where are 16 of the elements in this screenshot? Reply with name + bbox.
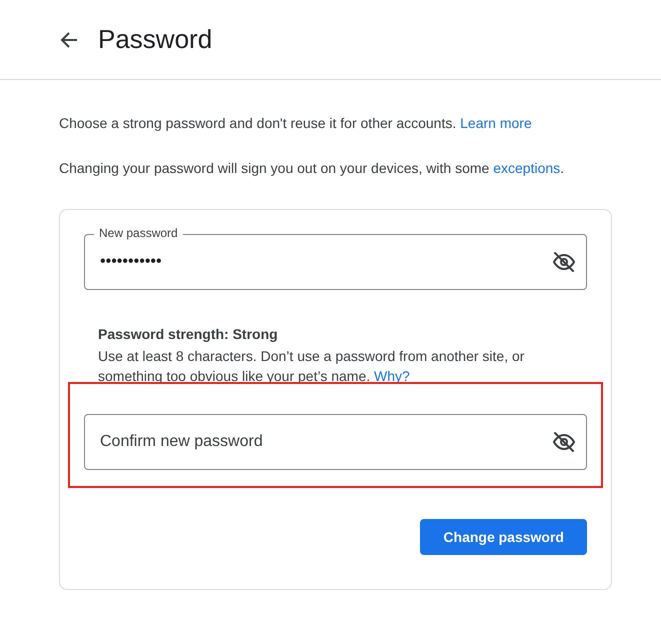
why-link[interactable]: Why? [374, 368, 410, 384]
password-strength: Password strength: Strong [98, 326, 279, 342]
password-hint: Use at least 8 characters. Don’t use a password from another site, or something too obvious like your pet’s name. Why? [98, 347, 526, 386]
confirm-password-field[interactable]: Confirm new password [84, 414, 587, 470]
eye-off-icon [552, 250, 576, 274]
change-password-button[interactable]: Change password [420, 519, 587, 555]
toggle-visibility-button[interactable] [551, 249, 577, 275]
back-arrow-icon [60, 30, 78, 48]
notice-text: Changing your password will sign you out on your devices, with some exceptions. [59, 159, 566, 177]
exceptions-link[interactable]: exceptions [493, 160, 560, 176]
eye-off-icon [552, 430, 576, 454]
toggle-visibility-button[interactable] [551, 429, 577, 455]
field-label: New password [94, 226, 183, 240]
learn-more-link[interactable]: Learn more [460, 115, 532, 131]
intro-text: Choose a strong password and don't reuse it for other accounts. Learn more [59, 114, 533, 132]
page-title: Password [98, 24, 212, 55]
